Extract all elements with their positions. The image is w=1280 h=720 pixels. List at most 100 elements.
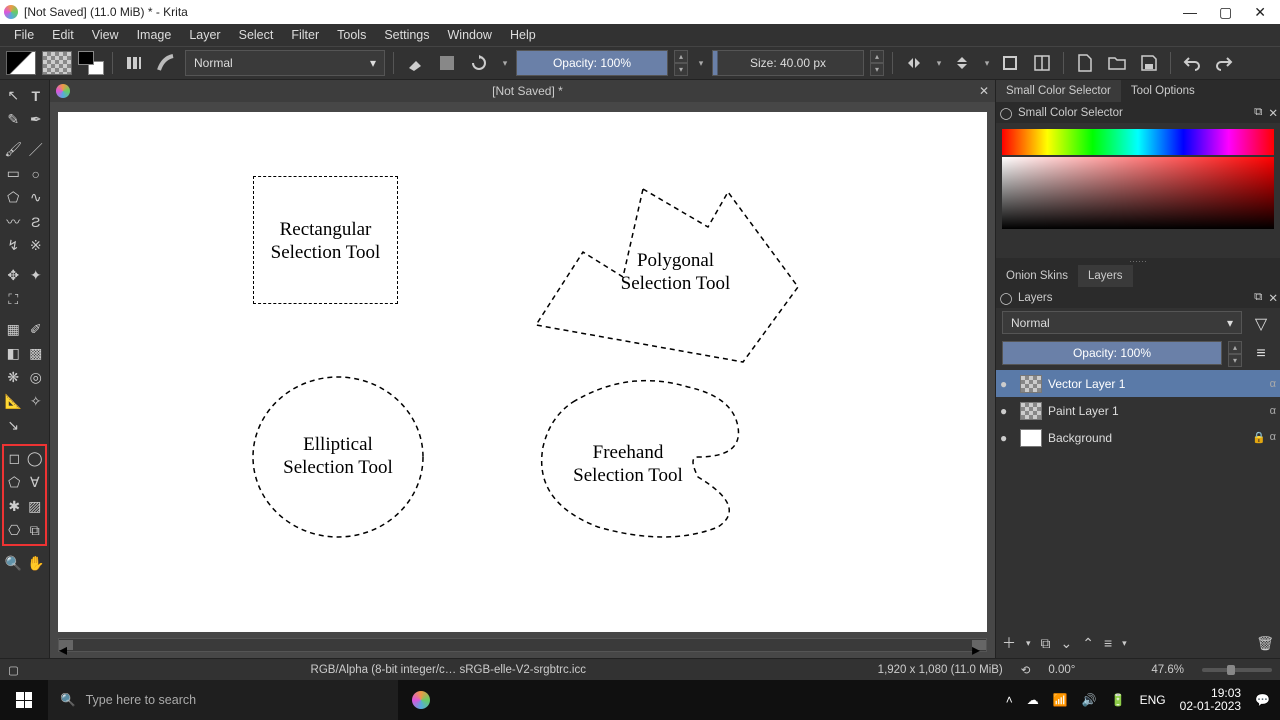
gradient-tool-icon[interactable]: ◧ — [2, 342, 25, 365]
opacity-slider[interactable]: Opacity: 100% — [516, 50, 668, 76]
alpha-lock-icon[interactable] — [434, 50, 460, 76]
visibility-icon[interactable]: ● — [1000, 377, 1014, 391]
freehand-brush-tool-icon[interactable]: 🖌 — [2, 138, 25, 161]
lock-icon[interactable]: 🔒 — [1252, 431, 1266, 444]
menu-select[interactable]: Select — [231, 26, 282, 44]
layer-item[interactable]: ● Background 🔒α — [996, 424, 1280, 451]
canvas[interactable]: Rectangular Selection Tool Polygonal Sel… — [58, 112, 987, 632]
pattern-tool-icon[interactable]: ▩ — [25, 342, 48, 365]
bezier-tool-icon[interactable]: 〰 — [2, 210, 25, 233]
bezier-select-tool-icon[interactable]: ⎔ — [4, 519, 25, 542]
lock-icon[interactable]: ◯ — [998, 291, 1014, 305]
menu-file[interactable]: File — [6, 26, 42, 44]
visibility-icon[interactable]: ● — [1000, 431, 1014, 445]
tab-onion-skins[interactable]: Onion Skins — [996, 265, 1078, 287]
panel-resizer[interactable]: ······ — [996, 258, 1280, 265]
layer-props-button[interactable]: ≡ — [1104, 635, 1112, 651]
tab-tool-options[interactable]: Tool Options — [1121, 80, 1205, 102]
lock-icon[interactable]: ◯ — [998, 106, 1014, 120]
tray-onedrive-icon[interactable]: ☁ — [1027, 693, 1039, 707]
minimize-button[interactable]: — — [1183, 4, 1197, 21]
layer-opacity-slider[interactable]: Opacity: 100% — [1002, 341, 1222, 365]
transform-tool-icon[interactable]: ↖ — [2, 84, 25, 107]
pattern-swatch-icon[interactable] — [42, 51, 72, 75]
tab-small-color-selector[interactable]: Small Color Selector — [996, 80, 1121, 102]
hue-strip[interactable] — [1002, 129, 1274, 155]
tab-layers[interactable]: Layers — [1078, 265, 1133, 287]
tray-wifi-icon[interactable]: 📶 — [1053, 693, 1068, 707]
crop-tool-icon[interactable]: ⛶ — [2, 288, 25, 311]
pan-tool-icon[interactable]: ✋ — [25, 552, 48, 575]
scroll-right-icon[interactable]: ▸ — [972, 640, 986, 650]
polygon-select-tool-icon[interactable]: ⬠ — [4, 471, 25, 494]
zoom-tool-icon[interactable]: 🔍 — [2, 552, 25, 575]
transform2-tool-icon[interactable]: ✦ — [25, 264, 48, 287]
alpha-icon[interactable]: α — [1270, 405, 1276, 417]
polygon-tool-icon[interactable]: ⬠ — [2, 186, 25, 209]
reload-icon[interactable] — [466, 50, 492, 76]
rect-select-tool-icon[interactable]: ◻ — [4, 447, 25, 470]
mirror-h-menu[interactable] — [933, 50, 943, 76]
scroll-left-icon[interactable]: ◂ — [59, 640, 73, 650]
brush-settings-icon[interactable] — [121, 50, 147, 76]
dynamic-brush-tool-icon[interactable]: ↯ — [2, 234, 25, 257]
horizontal-scrollbar[interactable]: ◂ ▸ — [58, 638, 987, 652]
filter-layers-icon[interactable]: ▽ — [1248, 311, 1274, 337]
float-panel-icon[interactable]: ⧉ — [1254, 106, 1262, 119]
layer-props-menu[interactable]: ▾ — [1122, 638, 1127, 649]
brush-preset-icon[interactable] — [153, 50, 179, 76]
line-tool-icon[interactable]: ／ — [25, 138, 48, 161]
rectangle-tool-icon[interactable]: ▭ — [2, 162, 25, 185]
multibrush-tool-icon[interactable]: ※ — [25, 234, 48, 257]
alpha-icon[interactable]: α — [1270, 431, 1276, 444]
ellipse-tool-icon[interactable]: ○ — [25, 162, 48, 185]
rotation-icon[interactable]: ⟲ — [1021, 663, 1031, 677]
menu-layer[interactable]: Layer — [181, 26, 228, 44]
assistant-tool-icon[interactable]: ◎ — [25, 366, 48, 389]
smart-patch-tool-icon[interactable]: ❋ — [2, 366, 25, 389]
unknown-tool-icon[interactable]: ↘ — [2, 414, 25, 437]
visibility-icon[interactable]: ● — [1000, 404, 1014, 418]
tray-notifications-icon[interactable]: 💬 — [1255, 693, 1270, 707]
document-tab[interactable]: [Not Saved] * ✕ — [50, 80, 995, 102]
menu-view[interactable]: View — [84, 26, 127, 44]
saturation-value-box[interactable] — [1002, 157, 1274, 229]
color-selector-panel[interactable] — [996, 123, 1280, 258]
add-layer-button[interactable]: ＋ — [1002, 633, 1016, 653]
tray-chevron-icon[interactable]: ˄ — [1006, 693, 1013, 707]
layer-item[interactable]: ● Vector Layer 1 α — [996, 370, 1280, 397]
freehand-select-tool-icon[interactable]: Ɐ — [25, 471, 46, 494]
tray-clock[interactable]: 19:03 02-01-2023 — [1180, 687, 1241, 713]
start-button[interactable] — [0, 680, 48, 720]
polyline-tool-icon[interactable]: ∿ — [25, 186, 48, 209]
menu-tools[interactable]: Tools — [329, 26, 374, 44]
layer-menu-icon[interactable]: ≡ — [1248, 341, 1274, 367]
add-layer-menu[interactable]: ▾ — [1026, 638, 1031, 649]
save-file-icon[interactable] — [1136, 50, 1162, 76]
redo-icon[interactable] — [1211, 50, 1237, 76]
float-panel-icon[interactable]: ⧉ — [1254, 291, 1262, 304]
opacity-spin[interactable]: ▴▾ — [674, 50, 688, 76]
workspace-icon[interactable] — [1029, 50, 1055, 76]
layer-item[interactable]: ● Paint Layer 1 α — [996, 397, 1280, 424]
calligraphy-tool-icon[interactable]: ✒ — [25, 108, 48, 131]
open-file-icon[interactable] — [1104, 50, 1130, 76]
close-tab-icon[interactable]: ✕ — [979, 84, 989, 98]
color-picker-tool-icon[interactable]: ✐ — [25, 318, 48, 341]
new-file-icon[interactable] — [1072, 50, 1098, 76]
reference-tool-icon[interactable]: ✧ — [25, 390, 48, 413]
fill-tool-icon[interactable]: ▦ — [2, 318, 25, 341]
canvas-viewport[interactable]: Rectangular Selection Tool Polygonal Sel… — [50, 102, 995, 638]
move-tool-icon[interactable]: ✥ — [2, 264, 25, 287]
layer-up-button[interactable]: ⌃ — [1082, 635, 1094, 652]
gradient-swatch-icon[interactable] — [6, 51, 36, 75]
tray-battery-icon[interactable]: 🔋 — [1111, 693, 1126, 707]
size-spin[interactable]: ▴▾ — [870, 50, 884, 76]
reload-menu[interactable] — [498, 50, 510, 76]
layer-opacity-spin[interactable]: ▴▾ — [1228, 341, 1242, 367]
selection-status-icon[interactable]: ▢ — [8, 663, 19, 677]
contiguous-select-tool-icon[interactable]: ✱ — [4, 495, 25, 518]
tray-language[interactable]: ENG — [1140, 693, 1166, 707]
layer-down-button[interactable]: ⌄ — [1061, 635, 1073, 652]
mirror-v-icon[interactable] — [949, 50, 975, 76]
